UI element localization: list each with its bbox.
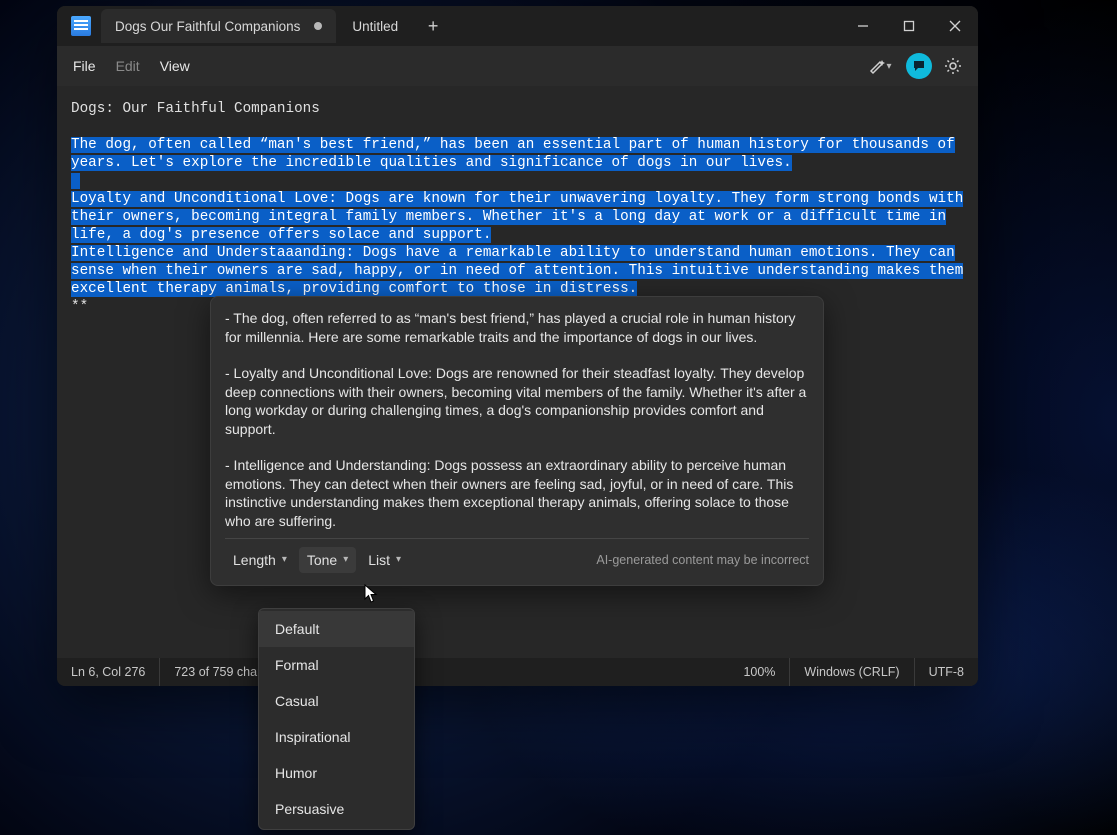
tab-active-label: Dogs Our Faithful Companions <box>115 19 300 34</box>
tone-dropdown[interactable]: Tone ▾ <box>299 547 356 573</box>
chevron-down-icon: ▾ <box>343 551 348 569</box>
tab-add-button[interactable]: + <box>418 11 448 41</box>
titlebar: Dogs Our Faithful Companions Untitled + <box>57 6 978 46</box>
notepad-window: Dogs Our Faithful Companions Untitled + … <box>57 6 978 686</box>
length-dropdown[interactable]: Length ▾ <box>225 547 295 573</box>
tab-active[interactable]: Dogs Our Faithful Companions <box>101 9 336 43</box>
maximize-button[interactable] <box>886 6 932 46</box>
tone-option-humor[interactable]: Humor <box>259 755 414 791</box>
list-dropdown[interactable]: List ▾ <box>360 547 409 573</box>
tone-option-formal[interactable]: Formal <box>259 647 414 683</box>
doc-title-line: Dogs: Our Faithful Companions <box>71 100 964 118</box>
tone-option-casual[interactable]: Casual <box>259 683 414 719</box>
copilot-button[interactable] <box>906 53 932 79</box>
chat-icon <box>912 59 926 73</box>
chevron-down-icon: ▾ <box>282 551 287 569</box>
tab-secondary-label: Untitled <box>352 19 398 34</box>
ai-bullet-1: - The dog, often referred to as “man's b… <box>225 309 809 346</box>
tone-option-default[interactable]: Default <box>259 611 414 647</box>
maximize-icon <box>903 20 915 32</box>
window-controls <box>840 6 978 46</box>
settings-button[interactable] <box>938 51 968 81</box>
ai-disclaimer: AI-generated content may be incorrect <box>596 551 809 569</box>
close-button[interactable] <box>932 6 978 46</box>
menu-view[interactable]: View <box>150 52 200 80</box>
status-cursor-pos[interactable]: Ln 6, Col 276 <box>57 658 160 686</box>
gear-icon <box>944 57 962 75</box>
menu-edit[interactable]: Edit <box>106 52 150 80</box>
status-eol[interactable]: Windows (CRLF) <box>790 658 914 686</box>
sparkle-pen-icon <box>868 57 886 75</box>
divider <box>225 538 809 539</box>
selected-text-p1: The dog, often called “man's best friend… <box>71 137 955 171</box>
minimize-icon <box>857 20 869 32</box>
ai-bullet-2: - Loyalty and Unconditional Love: Dogs a… <box>225 364 809 438</box>
tone-option-inspirational[interactable]: Inspirational <box>259 719 414 755</box>
ai-controls: Length ▾ Tone ▾ List ▾ AI-generated cont… <box>225 547 809 573</box>
statusbar: Ln 6, Col 276 723 of 759 chara 100% Wind… <box>57 658 978 686</box>
ai-output: - The dog, often referred to as “man's b… <box>225 309 809 530</box>
menu-file[interactable]: File <box>63 52 106 80</box>
ai-rewrite-panel: - The dog, often referred to as “man's b… <box>210 296 824 586</box>
selected-text-p3: Intelligence and Understaaanding: Dogs h… <box>71 245 963 297</box>
ai-bullet-3: - Intelligence and Understanding: Dogs p… <box>225 456 809 530</box>
tone-option-persuasive[interactable]: Persuasive <box>259 791 414 827</box>
tab-modified-dot-icon <box>314 22 322 30</box>
status-encoding[interactable]: UTF-8 <box>915 658 978 686</box>
menubar: File Edit View ▾ <box>57 46 978 86</box>
tab-secondary[interactable]: Untitled <box>338 9 412 43</box>
ai-rewrite-button[interactable]: ▾ <box>860 51 900 81</box>
minimize-button[interactable] <box>840 6 886 46</box>
chevron-down-icon: ▾ <box>886 61 891 72</box>
app-icon <box>71 16 91 36</box>
tone-menu: Default Formal Casual Inspirational Humo… <box>258 608 415 830</box>
chevron-down-icon: ▾ <box>396 551 401 569</box>
status-zoom[interactable]: 100% <box>729 658 790 686</box>
editor-area[interactable]: Dogs: Our Faithful Companions The dog, o… <box>57 86 978 658</box>
selected-text-p2: Loyalty and Unconditional Love: Dogs are… <box>71 191 963 243</box>
close-icon <box>949 20 961 32</box>
